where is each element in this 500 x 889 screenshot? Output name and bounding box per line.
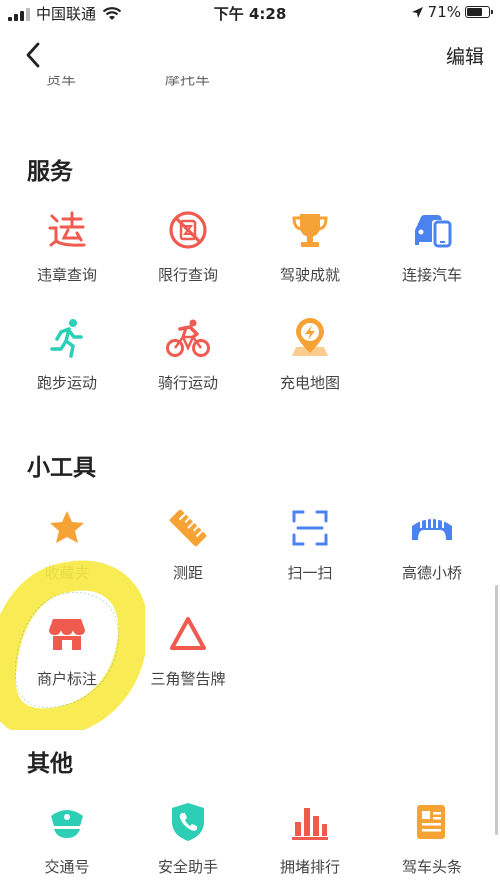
service-label: 充电地图 (279, 374, 340, 392)
tool-warning-triangle[interactable]: 三角警告牌 (128, 612, 248, 702)
service-violation-query[interactable]: 违章查询 (7, 208, 127, 298)
running-icon (45, 316, 89, 360)
tool-favorites[interactable]: 收藏夹 (7, 506, 127, 596)
tool-gaode-bridge[interactable]: 高德小桥 (372, 506, 492, 596)
section-title-services: 服务 (27, 159, 73, 185)
service-label: 跑步运动 (36, 374, 97, 392)
clipped-label: 摩托车 (165, 76, 211, 88)
tool-label: 收藏夹 (44, 564, 90, 582)
service-label: 驾驶成就 (279, 266, 340, 284)
section-title-tools: 小工具 (27, 455, 96, 481)
service-label: 骑行运动 (157, 374, 218, 392)
other-label: 驾车头条 (401, 858, 462, 876)
service-label: 限行查询 (157, 266, 218, 284)
clipped-label: 货车 (46, 76, 77, 88)
other-label: 安全助手 (157, 858, 218, 876)
charging-map-icon (288, 316, 332, 360)
service-cycling[interactable]: 骑行运动 (128, 316, 248, 406)
other-label: 拥堵排行 (279, 858, 340, 876)
violation-char-icon (45, 208, 89, 252)
tool-label: 商户标注 (36, 670, 97, 688)
service-label: 违章查询 (36, 266, 97, 284)
cycling-icon (166, 316, 210, 360)
back-chevron-icon (26, 42, 40, 68)
tool-label: 三角警告牌 (150, 670, 226, 688)
bridge-icon (410, 506, 454, 550)
police-cap-icon (45, 800, 89, 844)
status-bar: 中国联通 下午 4:28 71% (0, 0, 500, 26)
tool-scan[interactable]: 扫一扫 (250, 506, 370, 596)
service-running[interactable]: 跑步运动 (7, 316, 127, 406)
tool-label: 测距 (172, 564, 203, 582)
shop-icon (45, 612, 89, 656)
other-congestion-ranking[interactable]: 拥堵排行 (250, 800, 370, 889)
car-phone-icon (410, 208, 454, 252)
battery-percent: 71% (427, 3, 461, 21)
scan-icon (288, 506, 332, 550)
tool-measure-distance[interactable]: 测距 (128, 506, 248, 596)
back-button[interactable] (20, 38, 50, 72)
news-icon (410, 800, 454, 844)
star-icon (45, 506, 89, 550)
tool-label: 扫一扫 (287, 564, 333, 582)
scroll-indicator[interactable] (495, 585, 498, 835)
bar-chart-icon (288, 800, 332, 844)
service-charging-map[interactable]: 充电地图 (250, 316, 370, 406)
service-connect-car[interactable]: 连接汽车 (372, 208, 492, 298)
restriction-icon (166, 208, 210, 252)
service-restriction-query[interactable]: 限行查询 (128, 208, 248, 298)
battery-icon (465, 6, 493, 18)
edit-button[interactable]: 编辑 (446, 42, 484, 69)
other-label: 交通号 (44, 858, 90, 876)
service-driving-achievement[interactable]: 驾驶成就 (250, 208, 370, 298)
other-traffic-account[interactable]: 交通号 (7, 800, 127, 889)
section-title-other: 其他 (27, 751, 73, 777)
ruler-icon (166, 506, 210, 550)
clipped-previous-row: 货车 摩托车 (0, 76, 500, 90)
tool-label: 高德小桥 (401, 564, 462, 582)
nav-bar: 编辑 (0, 30, 500, 80)
phone-shield-icon (166, 800, 210, 844)
trophy-icon (288, 208, 332, 252)
other-driving-headlines[interactable]: 驾车头条 (372, 800, 492, 889)
warning-triangle-icon (166, 612, 210, 656)
location-arrow-icon (411, 6, 423, 18)
tool-merchant-label[interactable]: 商户标注 (7, 612, 127, 702)
other-safety-assistant[interactable]: 安全助手 (128, 800, 248, 889)
service-label: 连接汽车 (401, 266, 462, 284)
